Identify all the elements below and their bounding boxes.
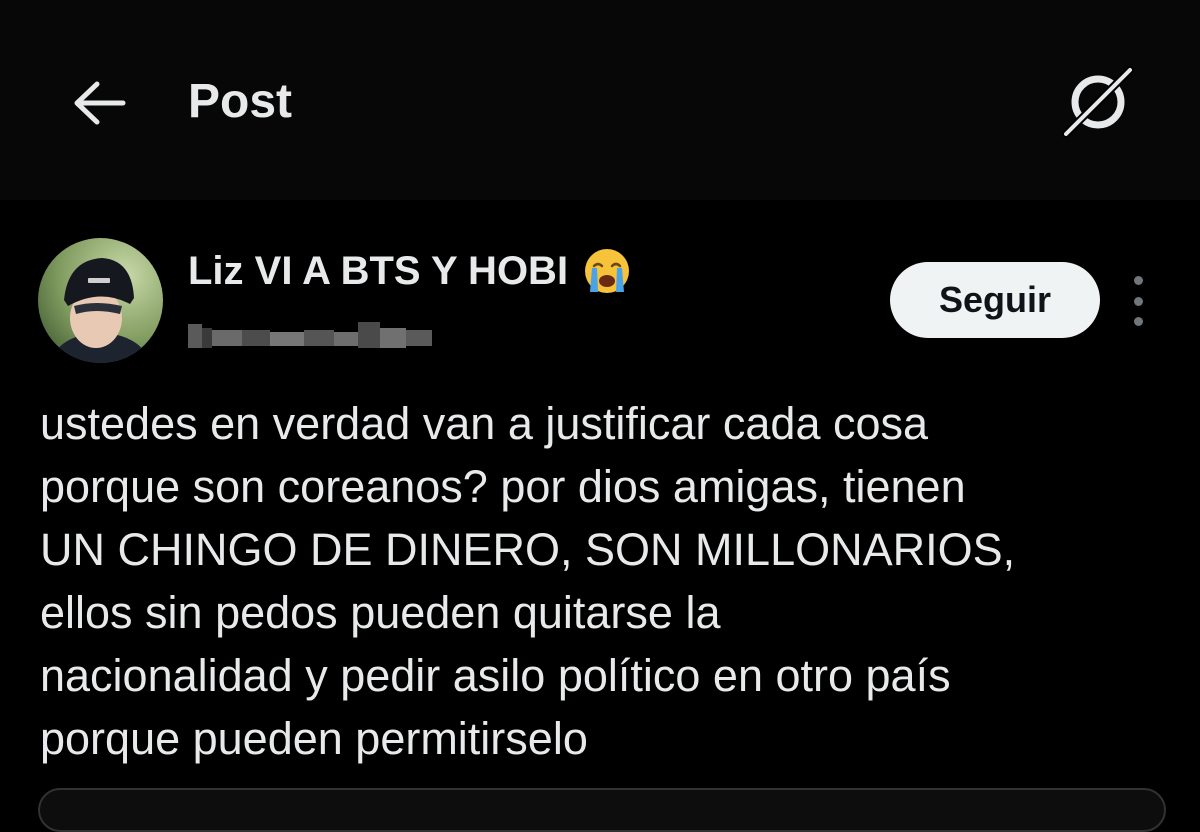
- embedded-card[interactable]: [38, 788, 1166, 832]
- author-handle-redacted: [188, 322, 432, 348]
- follow-button[interactable]: Seguir: [890, 262, 1100, 338]
- avatar-photo: [38, 238, 163, 363]
- grok-button[interactable]: [1056, 62, 1140, 142]
- avatar[interactable]: [38, 238, 163, 363]
- more-options-button[interactable]: [1120, 276, 1156, 326]
- post-body-text: ustedes en verdad van a justificar cada …: [40, 398, 1016, 764]
- crying-face-icon: [585, 249, 630, 293]
- author-name-row[interactable]: Liz VI A BTS Y HOBI: [188, 245, 632, 297]
- back-button[interactable]: [66, 70, 132, 136]
- author-display-name: Liz VI A BTS Y HOBI: [188, 249, 569, 293]
- grok-icon: [1062, 66, 1134, 138]
- top-bar: Post: [0, 0, 1200, 200]
- more-options-dot: [1133, 296, 1143, 306]
- more-options-icon: [1133, 276, 1143, 285]
- back-arrow-icon: [74, 81, 126, 125]
- page-title: Post: [188, 75, 293, 128]
- more-options-dot: [1133, 317, 1143, 326]
